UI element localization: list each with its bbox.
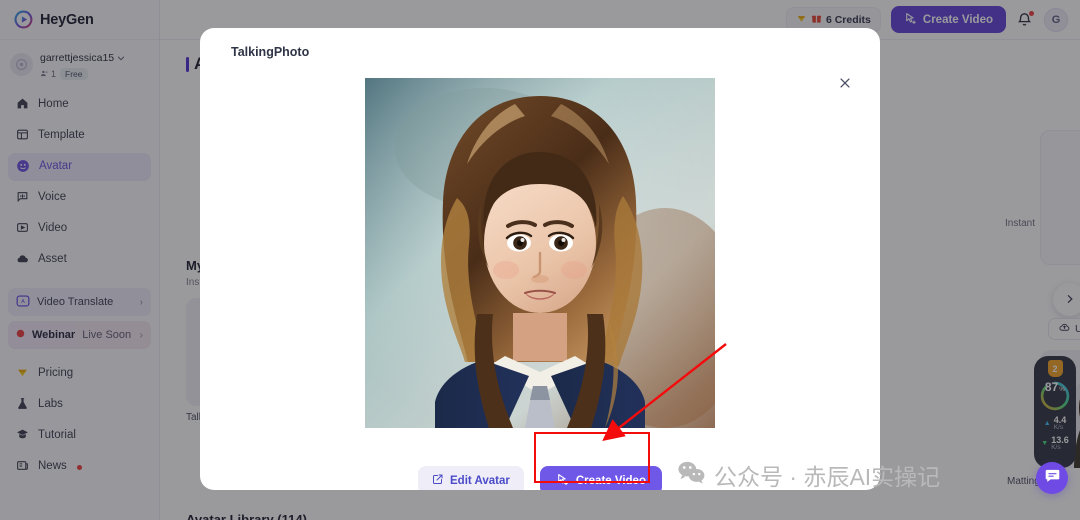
edit-avatar-button[interactable]: Edit Avatar <box>418 466 524 490</box>
chat-bubble-icon <box>1044 467 1061 489</box>
talking-photo-modal: TalkingPhoto Edit Avatar Create Video <box>200 28 880 490</box>
talking-photo-preview <box>365 78 715 428</box>
heygen-app-window: HeyGen garrettjessica15 1 Free Home Temp… <box>0 0 1080 520</box>
create-video-label: Create Video <box>575 474 646 487</box>
close-icon[interactable] <box>836 74 854 92</box>
create-video-icon <box>556 473 569 489</box>
chat-support-button[interactable] <box>1036 462 1068 494</box>
modal-action-bar: Edit Avatar Create Video <box>200 466 880 490</box>
edit-square-icon <box>432 473 444 488</box>
young-girl-portrait <box>365 78 715 428</box>
edit-avatar-label: Edit Avatar <box>450 474 510 487</box>
modal-title: TalkingPhoto <box>231 45 310 59</box>
create-video-button[interactable]: Create Video <box>539 466 662 490</box>
